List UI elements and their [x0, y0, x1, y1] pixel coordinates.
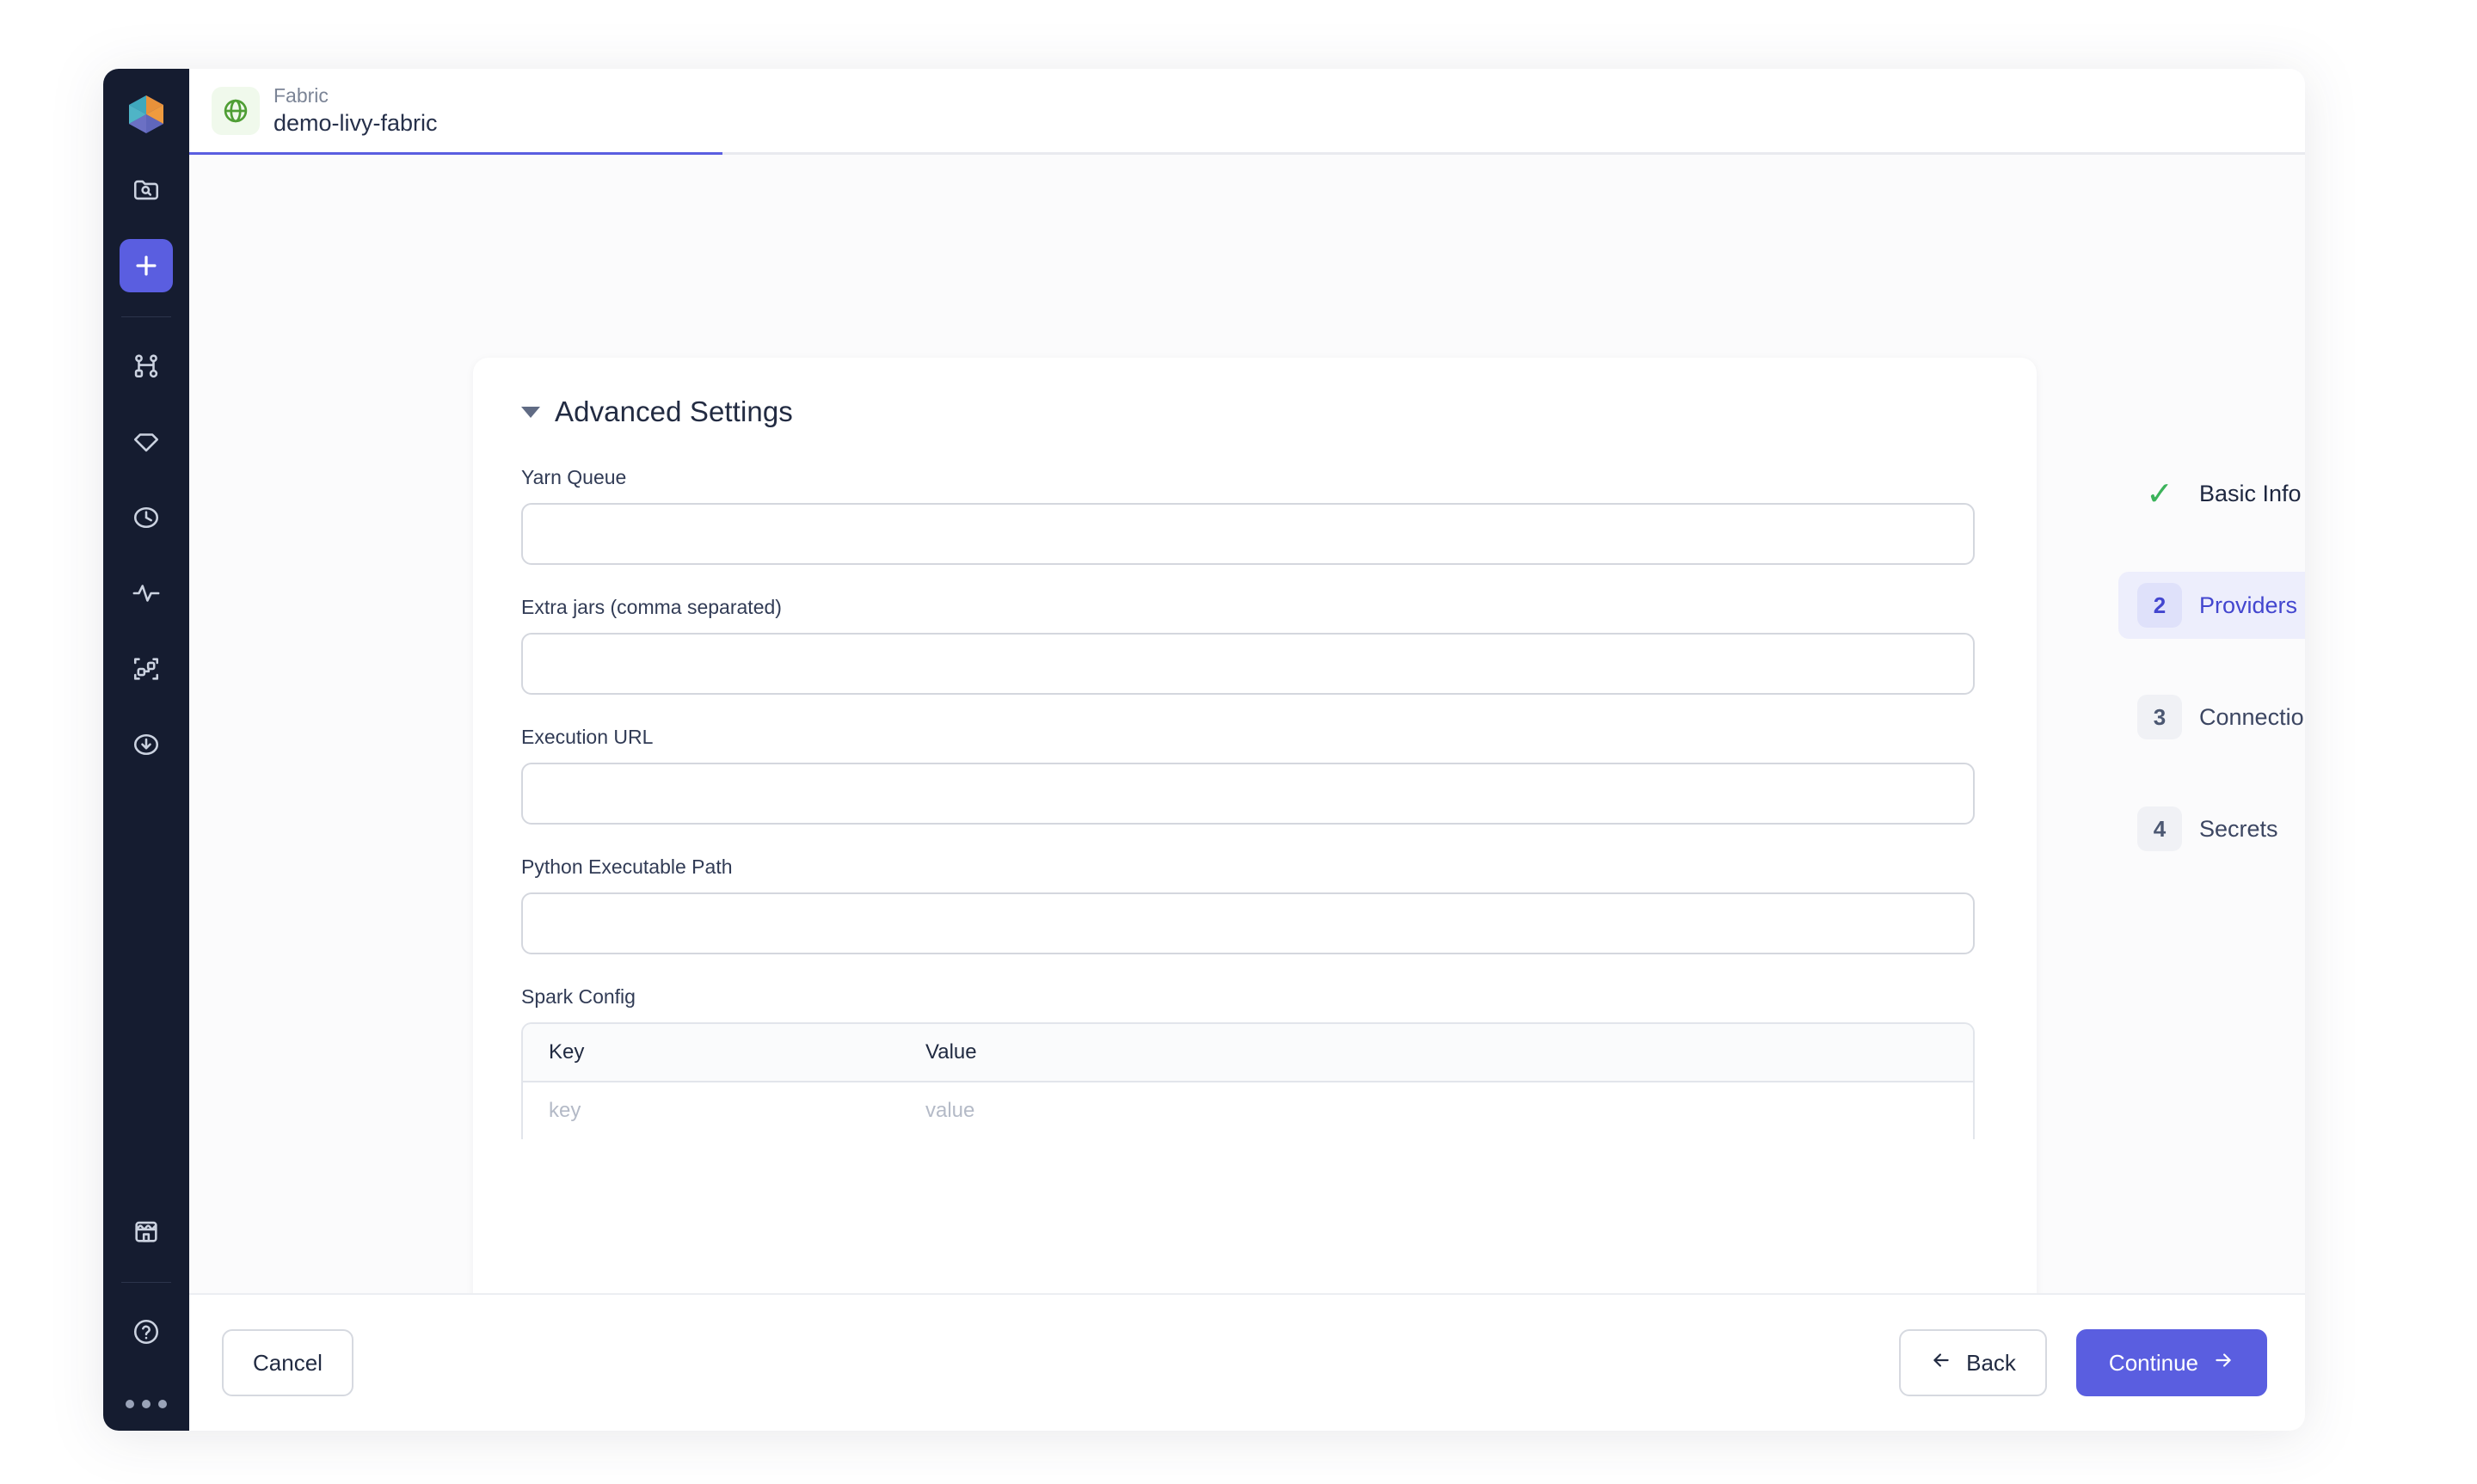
back-button[interactable]: Back	[1899, 1329, 2047, 1396]
field-python-executable-path: Python Executable Path	[521, 855, 1988, 954]
chevron-down-icon[interactable]	[521, 406, 540, 418]
section-title: Advanced Settings	[555, 396, 793, 427]
prophecy-logo[interactable]	[120, 88, 173, 141]
activity-pulse-icon[interactable]	[120, 567, 173, 620]
step-connections[interactable]: 3 Connections	[2118, 684, 2305, 751]
field-spark-config: Spark Config Key Value key value	[521, 985, 1988, 1139]
step-label: Connections	[2199, 703, 2305, 730]
spark-config-label: Spark Config	[521, 985, 636, 1008]
spark-config-table: Key Value key value	[521, 1022, 1975, 1139]
cancel-button[interactable]: Cancel	[222, 1329, 353, 1396]
field-yarn-queue: Yarn Queue	[521, 466, 1988, 565]
advanced-settings-card: Advanced Settings Yarn Queue Extra jars …	[473, 358, 2037, 1293]
gem-icon[interactable]	[120, 415, 173, 469]
continue-button-label: Continue	[2108, 1349, 2198, 1376]
tab-strip: Fabric demo-livy-fabric	[189, 69, 2305, 155]
check-icon: ✓	[2146, 475, 2173, 512]
question-circle-icon[interactable]	[120, 1305, 173, 1358]
key-cell-placeholder[interactable]: key	[523, 1099, 919, 1123]
table-row[interactable]: key value	[523, 1082, 1973, 1139]
field-label: Extra jars (comma separated)	[521, 596, 782, 618]
back-button-label: Back	[1966, 1349, 2016, 1376]
left-sidebar	[103, 69, 189, 1431]
field-label: Python Executable Path	[521, 855, 733, 878]
sidebar-divider-top	[121, 316, 171, 317]
data-flow-icon[interactable]	[120, 642, 173, 696]
advanced-settings-header[interactable]: Advanced Settings	[521, 396, 1988, 428]
step-basic-info[interactable]: ✓ Basic Info	[2118, 460, 2305, 527]
step-providers[interactable]: 2 Providers	[2118, 572, 2305, 639]
tab-fabric-demo-livy-fabric[interactable]: Fabric demo-livy-fabric	[189, 69, 722, 155]
step-number: 4	[2137, 806, 2182, 851]
pipeline-nodes-icon[interactable]	[120, 340, 173, 393]
globe-icon	[212, 86, 260, 135]
table-header-row: Key Value	[523, 1024, 1973, 1082]
execution-url-input[interactable]	[521, 763, 1975, 825]
settings-content-column: Advanced Settings Yarn Queue Extra jars …	[473, 358, 2037, 1293]
plus-icon[interactable]	[120, 239, 173, 292]
extra-jars-input[interactable]	[521, 633, 1975, 695]
folder-search-icon[interactable]	[120, 163, 173, 217]
step-number: 3	[2137, 695, 2182, 739]
column-header-value: Value	[925, 1040, 977, 1064]
app-root: Fabric demo-livy-fabric Advanced Setting…	[0, 0, 2477, 1484]
app-window: Fabric demo-livy-fabric Advanced Setting…	[103, 69, 2305, 1431]
field-label: Yarn Queue	[521, 466, 627, 488]
step-label: Providers	[2199, 592, 2298, 618]
column-header-key: Key	[549, 1040, 585, 1064]
footer-actions: Back Continue	[1899, 1329, 2267, 1396]
field-label: Execution URL	[521, 726, 654, 748]
ellipsis-icon[interactable]	[126, 1400, 167, 1408]
field-execution-url: Execution URL	[521, 726, 1988, 825]
yarn-queue-input[interactable]	[521, 503, 1975, 565]
step-number: 2	[2137, 583, 2182, 628]
store-icon[interactable]	[120, 1205, 173, 1258]
value-cell-placeholder[interactable]: value	[919, 1099, 1973, 1123]
main-panel: Fabric demo-livy-fabric Advanced Setting…	[189, 69, 2305, 1431]
step-label: Secrets	[2199, 815, 2278, 842]
wizard-stepper: ✓ Basic Info 2 Providers 3 Connections 4…	[2118, 460, 2305, 907]
clock-icon[interactable]	[120, 491, 173, 544]
tab-name-label: demo-livy-fabric	[274, 109, 438, 136]
step-label: Basic Info	[2199, 480, 2302, 506]
step-secrets[interactable]: 4 Secrets	[2118, 795, 2305, 862]
wizard-footer: Cancel Back Continue	[189, 1293, 2305, 1431]
continue-button[interactable]: Continue	[2075, 1329, 2267, 1396]
download-circle-icon[interactable]	[120, 718, 173, 771]
arrow-right-icon	[2212, 1349, 2234, 1377]
sidebar-divider-bottom	[121, 1282, 171, 1283]
python-executable-path-input[interactable]	[521, 892, 1975, 954]
tab-kind-label: Fabric	[274, 84, 329, 107]
tab-text: Fabric demo-livy-fabric	[274, 84, 438, 137]
arrow-left-icon	[1930, 1349, 1952, 1377]
body-area: Advanced Settings Yarn Queue Extra jars …	[189, 155, 2305, 1293]
field-extra-jars: Extra jars (comma separated)	[521, 596, 1988, 695]
